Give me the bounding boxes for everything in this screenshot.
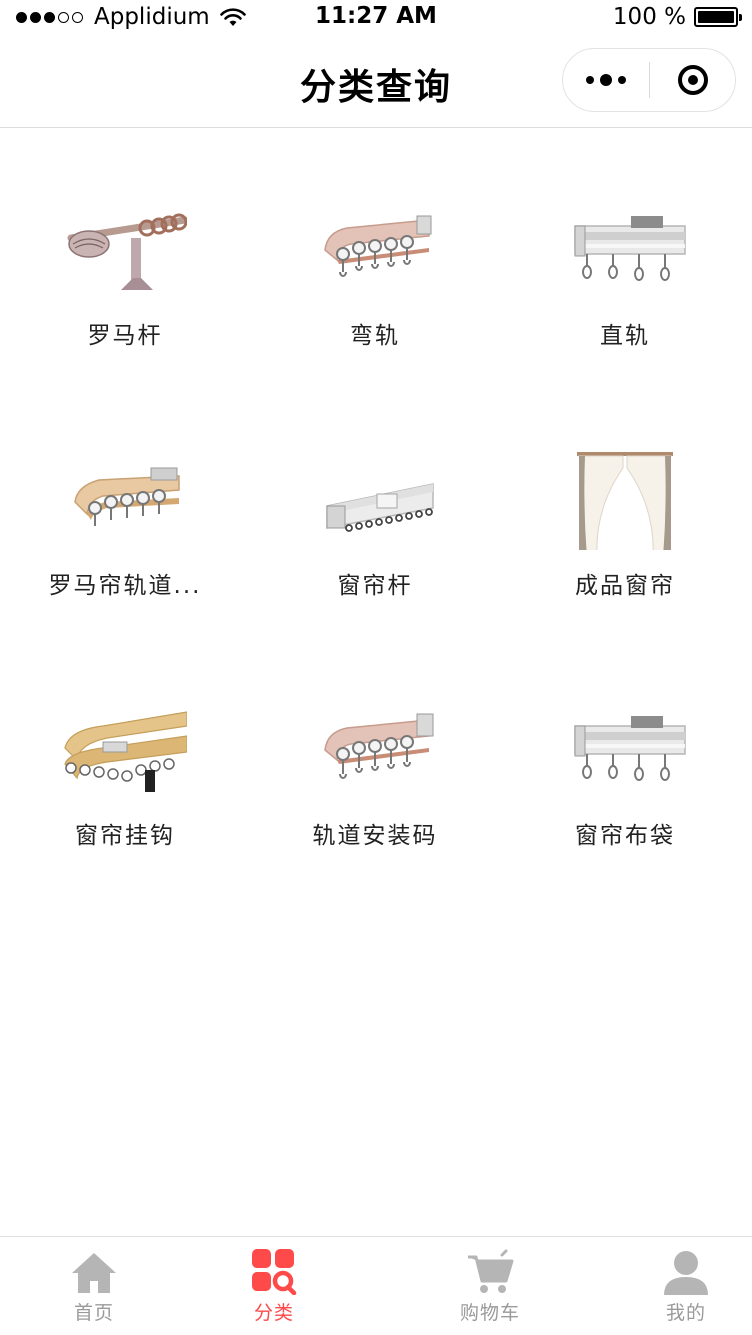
curtain-rod-image xyxy=(326,483,434,532)
category-label: 罗马帘轨道... xyxy=(48,573,202,599)
category-label: 窗帘挂钩 xyxy=(75,823,175,849)
roman-rod-image xyxy=(67,213,187,290)
tab-bar: 首页 分类 购物车 我的 xyxy=(0,1236,752,1334)
tab-label: 首页 xyxy=(73,1302,114,1324)
battery-percentage: 100 % xyxy=(612,4,686,30)
category-item[interactable]: 窗帘杆 xyxy=(250,378,500,628)
cart-icon xyxy=(468,1249,514,1293)
category-label: 弯轨 xyxy=(350,323,400,349)
status-bar-right: 100 % xyxy=(612,4,742,30)
category-label: 直轨 xyxy=(600,323,650,349)
tab-mine[interactable]: 我的 xyxy=(592,1237,752,1335)
category-search-icon xyxy=(252,1249,297,1295)
miniprogram-capsule xyxy=(562,48,736,112)
category-label: 罗马杆 xyxy=(87,323,163,349)
tab-label: 购物车 xyxy=(459,1302,520,1324)
curtain-hook-image xyxy=(64,711,187,792)
more-menu-button[interactable] xyxy=(563,49,649,111)
straight-track-image xyxy=(574,216,686,281)
battery-icon xyxy=(694,7,742,27)
category-item[interactable]: 弯轨 xyxy=(250,128,500,378)
category-item[interactable]: 罗马帘轨道... xyxy=(0,378,250,628)
tab-label: 我的 xyxy=(665,1302,706,1324)
tab-label: 分类 xyxy=(253,1302,294,1324)
status-bar: Applidium 11:27 AM 100 % xyxy=(0,0,752,36)
category-item[interactable]: 罗马杆 xyxy=(0,128,250,378)
roman-blind-track-image xyxy=(74,467,180,526)
track-bracket-image xyxy=(324,713,434,779)
navigation-bar: 分类查询 xyxy=(0,36,752,128)
curtain-bag-image xyxy=(574,716,686,781)
category-item[interactable]: 轨道安装码 xyxy=(250,628,500,878)
category-item[interactable]: 窗帘布袋 xyxy=(500,628,750,878)
category-label: 轨道安装码 xyxy=(312,823,438,849)
curved-track-image xyxy=(324,215,432,277)
category-item[interactable]: 成品窗帘 xyxy=(500,378,750,628)
category-label: 成品窗帘 xyxy=(575,573,675,599)
category-item[interactable]: 直轨 xyxy=(500,128,750,378)
home-icon xyxy=(72,1253,116,1293)
tab-category[interactable]: 分类 xyxy=(180,1237,368,1335)
tab-cart[interactable]: 购物车 xyxy=(396,1237,584,1335)
category-label: 窗帘布袋 xyxy=(575,823,675,849)
category-label: 窗帘杆 xyxy=(337,573,413,599)
finished-curtain-image xyxy=(577,452,673,550)
category-item[interactable]: 窗帘挂钩 xyxy=(0,628,250,878)
target-icon xyxy=(677,65,708,95)
close-miniprogram-button[interactable] xyxy=(650,49,735,111)
tab-home[interactable]: 首页 xyxy=(0,1237,188,1335)
user-icon xyxy=(664,1251,708,1295)
